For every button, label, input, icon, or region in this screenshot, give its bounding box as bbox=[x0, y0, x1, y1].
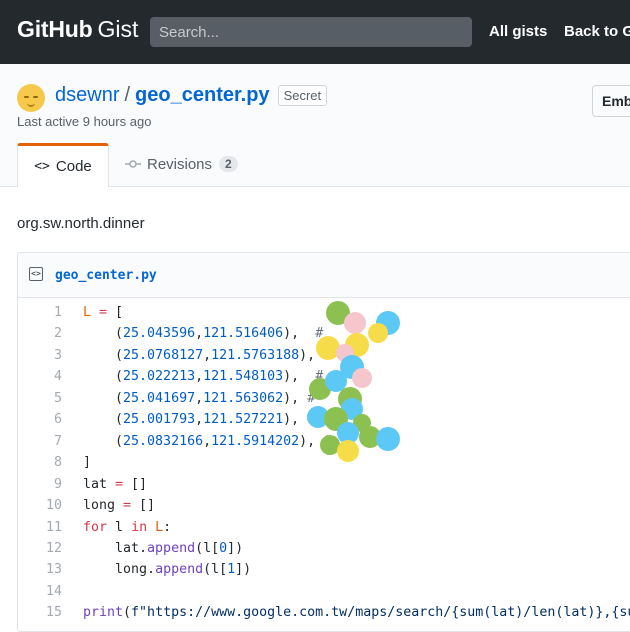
git-commit-icon bbox=[125, 160, 141, 168]
logo-product: Gist bbox=[97, 16, 139, 42]
code-text: (25.0832166,121.5914202), # bbox=[83, 433, 331, 449]
code-text: (25.001793,121.527221), # bbox=[83, 412, 315, 428]
line-number[interactable]: 3 bbox=[18, 345, 62, 366]
embed-button[interactable]: Emb bbox=[592, 85, 630, 117]
line-number[interactable]: 15 bbox=[18, 602, 62, 623]
code-text: long = [] bbox=[83, 498, 156, 514]
tab-revisions-label: Revisions bbox=[147, 155, 213, 173]
line-number[interactable]: 14 bbox=[18, 581, 62, 602]
gist-filename-link[interactable]: geo_center.py bbox=[135, 84, 270, 107]
line-number[interactable]: 4 bbox=[18, 366, 62, 387]
line-number[interactable]: 7 bbox=[18, 431, 62, 452]
line-number[interactable]: 11 bbox=[18, 517, 62, 538]
line-number[interactable]: 12 bbox=[18, 538, 62, 559]
line-number[interactable]: 1 bbox=[18, 302, 62, 323]
file-code-icon: <> bbox=[29, 267, 43, 281]
code-text: for l in L: bbox=[83, 519, 172, 535]
owner-link[interactable]: dsewnr bbox=[55, 84, 119, 107]
avatar[interactable] bbox=[17, 84, 45, 112]
redaction-scribble bbox=[307, 301, 400, 462]
tab-code[interactable]: <> Code bbox=[17, 143, 109, 187]
line-number[interactable]: 10 bbox=[18, 495, 62, 516]
code-text: (25.041697,121.563062), # bbox=[83, 390, 315, 406]
github-gist-logo[interactable]: GitHub Gist bbox=[17, 16, 138, 48]
line-number[interactable]: 9 bbox=[18, 474, 62, 495]
code-text: lat.append(l[0]) bbox=[83, 540, 244, 556]
revisions-count-badge: 2 bbox=[219, 156, 238, 172]
code-text: lat = [] bbox=[83, 476, 148, 492]
secret-badge: Secret bbox=[277, 85, 328, 106]
back-to-github-link[interactable]: Back to G bbox=[564, 23, 630, 40]
code-icon: <> bbox=[34, 159, 50, 174]
code-text: L = [ bbox=[83, 305, 124, 320]
code-text: (25.022213,121.548103), # bbox=[83, 369, 332, 385]
gist-header: dsewnr / geo_center.py Secret Last activ… bbox=[0, 64, 630, 187]
tab-code-label: Code bbox=[55, 158, 92, 175]
file-header: <> geo_center.py bbox=[18, 253, 630, 298]
top-navbar: GitHub Gist All gists Back to G bbox=[0, 0, 630, 64]
file-name-link[interactable]: geo_center.py bbox=[55, 268, 157, 283]
tab-revisions[interactable]: Revisions 2 bbox=[125, 143, 238, 185]
gist-description: org.sw.north.dinner bbox=[17, 215, 145, 232]
title-separator: / bbox=[124, 84, 131, 106]
search-input[interactable] bbox=[150, 17, 472, 47]
gist-title: dsewnr / geo_center.py Secret bbox=[55, 84, 328, 107]
all-gists-link[interactable]: All gists bbox=[489, 23, 547, 40]
line-number[interactable]: 5 bbox=[18, 388, 62, 409]
last-active-text: Last active 9 hours ago bbox=[17, 114, 152, 129]
line-number[interactable]: 6 bbox=[18, 409, 62, 430]
line-number[interactable]: 2 bbox=[18, 323, 62, 344]
line-number[interactable]: 13 bbox=[18, 559, 62, 580]
code-text: print(f"https://www.google.com.tw/maps/s… bbox=[83, 605, 630, 621]
code-text: ] bbox=[83, 455, 92, 471]
line-number[interactable]: 8 bbox=[18, 452, 62, 473]
code-text: long.append(l[1]) bbox=[83, 562, 252, 578]
code-text: (25.043596,121.516406), # bbox=[83, 326, 332, 342]
code-text: (25.0768127,121.5763188), # bbox=[83, 347, 331, 363]
logo-brand: GitHub bbox=[17, 16, 93, 42]
